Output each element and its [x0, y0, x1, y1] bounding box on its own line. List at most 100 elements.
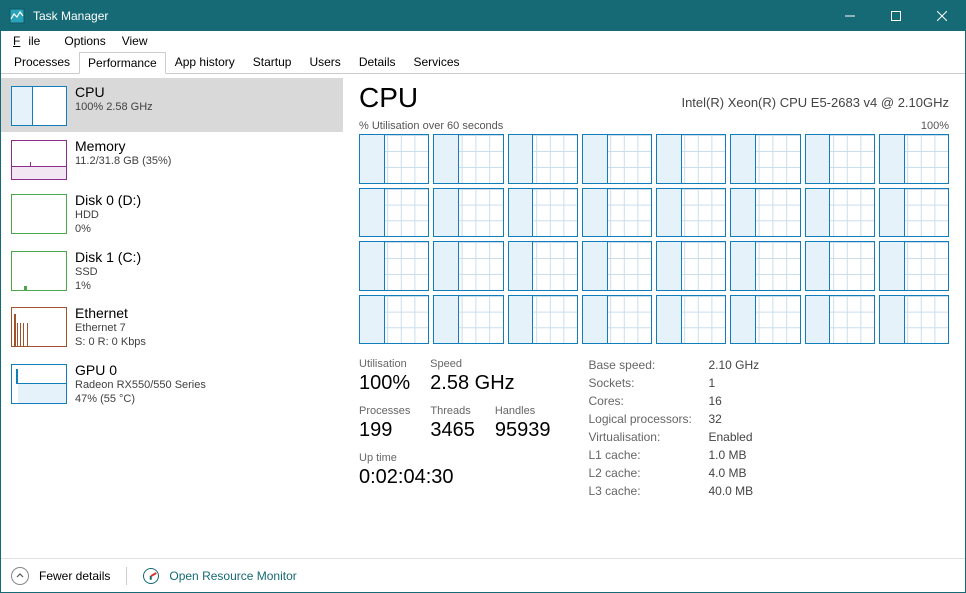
gpu-thumb-icon [11, 364, 67, 404]
main-area: CPU 100% 2.58 GHz Memory 11.2/31.8 GB (3… [1, 74, 965, 558]
core-graph [582, 295, 652, 345]
resource-monitor-icon[interactable] [143, 568, 159, 584]
memory-thumb-icon [11, 140, 67, 180]
core-graph [656, 241, 726, 291]
tab-details[interactable]: Details [350, 51, 405, 73]
sidebar-item-sub: HDD 0% [75, 208, 141, 237]
core-grid[interactable] [359, 134, 949, 344]
sidebar-item-ethernet[interactable]: Ethernet Ethernet 7 S: 0 R: 0 Kbps [1, 299, 343, 356]
cpu-name: Intel(R) Xeon(R) CPU E5-2683 v4 @ 2.10GH… [681, 95, 949, 110]
stat-label: Processes [359, 405, 410, 417]
sidebar-item-gpu0[interactable]: GPU 0 Radeon RX550/550 Series 47% (55 °C… [1, 356, 343, 413]
tab-startup[interactable]: Startup [244, 51, 301, 73]
core-graph [508, 241, 578, 291]
minimize-button[interactable] [827, 1, 873, 31]
tab-strip: Processes Performance App history Startu… [1, 51, 965, 74]
sidebar-item-label: Memory [75, 138, 171, 154]
graph-label: % Utilisation over 60 seconds [359, 120, 503, 132]
utilisation-value: 100% [359, 372, 410, 395]
core-graph [433, 134, 503, 184]
sockets: 1 [708, 376, 759, 391]
core-graph [879, 134, 949, 184]
maximize-button[interactable] [873, 1, 919, 31]
graph-max: 100% [921, 120, 949, 132]
speed-value: 2.58 GHz [430, 372, 514, 395]
core-graph [656, 134, 726, 184]
core-graph [582, 241, 652, 291]
core-graph [582, 188, 652, 238]
core-graph [805, 134, 875, 184]
core-graph [805, 295, 875, 345]
core-graph [508, 188, 578, 238]
stat-label: Up time [359, 452, 550, 464]
sidebar-item-sub: Ethernet 7 S: 0 R: 0 Kbps [75, 321, 146, 350]
ethernet-thumb-icon [11, 307, 67, 347]
core-graph [805, 241, 875, 291]
sidebar-item-disk1[interactable]: Disk 1 (C:) SSD 1% [1, 243, 343, 300]
logical-processors: 32 [708, 412, 759, 427]
sidebar-item-label: Ethernet [75, 305, 146, 321]
core-graph [359, 188, 429, 238]
sidebar-item-label: GPU 0 [75, 362, 206, 378]
core-graph [656, 188, 726, 238]
detail-heading: CPU [359, 82, 418, 114]
sidebar-item-label: Disk 0 (D:) [75, 192, 141, 208]
core-graph [730, 188, 800, 238]
tab-processes[interactable]: Processes [5, 51, 79, 73]
handles-value: 95939 [495, 419, 551, 442]
sidebar-item-sub: 100% 2.58 GHz [75, 100, 153, 114]
core-graph [879, 188, 949, 238]
close-button[interactable] [919, 1, 965, 31]
core-graph [433, 241, 503, 291]
menubar: File Options View [1, 31, 965, 51]
core-graph [359, 295, 429, 345]
l3-cache: 40.0 MB [708, 484, 759, 499]
sidebar-item-label: CPU [75, 84, 153, 100]
open-resource-monitor-link[interactable]: Open Resource Monitor [169, 569, 296, 583]
cpu-thumb-icon [11, 86, 67, 126]
core-graph [805, 188, 875, 238]
core-graph [359, 241, 429, 291]
sidebar-item-cpu[interactable]: CPU 100% 2.58 GHz [1, 78, 343, 132]
menu-view[interactable]: View [114, 32, 156, 50]
menu-file[interactable]: File [5, 32, 56, 50]
tab-app-history[interactable]: App history [166, 51, 244, 73]
virtualisation: Enabled [708, 430, 759, 445]
core-graph [879, 241, 949, 291]
uptime-value: 0:02:04:30 [359, 466, 550, 489]
sidebar-item-memory[interactable]: Memory 11.2/31.8 GB (35%) [1, 132, 343, 186]
threads-value: 3465 [430, 419, 475, 442]
core-graph [508, 295, 578, 345]
tab-performance[interactable]: Performance [79, 52, 166, 74]
app-icon [9, 8, 25, 24]
stat-label: Threads [430, 405, 475, 417]
sidebar-item-sub: SSD 1% [75, 265, 141, 294]
processes-value: 199 [359, 419, 410, 442]
sidebar-item-sub: 11.2/31.8 GB (35%) [75, 154, 171, 168]
core-graph [879, 295, 949, 345]
cores: 16 [708, 394, 759, 409]
sidebar: CPU 100% 2.58 GHz Memory 11.2/31.8 GB (3… [1, 74, 343, 558]
sidebar-item-disk0[interactable]: Disk 0 (D:) HDD 0% [1, 186, 343, 243]
core-graph [433, 295, 503, 345]
chevron-up-icon[interactable] [11, 567, 29, 585]
core-graph [730, 241, 800, 291]
tab-users[interactable]: Users [300, 51, 349, 73]
l2-cache: 4.0 MB [708, 466, 759, 481]
disk-thumb-icon [11, 194, 67, 234]
fewer-details-link[interactable]: Fewer details [39, 569, 110, 583]
tab-services[interactable]: Services [405, 51, 469, 73]
core-graph [508, 134, 578, 184]
footer: Fewer details Open Resource Monitor [1, 558, 965, 592]
titlebar: Task Manager [1, 1, 965, 31]
core-graph [359, 134, 429, 184]
disk-thumb-icon [11, 251, 67, 291]
stat-label: Handles [495, 405, 551, 417]
separator [126, 567, 127, 585]
base-speed: 2.10 GHz [708, 358, 759, 373]
sidebar-item-sub: Radeon RX550/550 Series 47% (55 °C) [75, 378, 206, 407]
cpu-properties: Base speed:2.10 GHz Sockets:1 Cores:16 L… [588, 358, 759, 499]
menu-options[interactable]: Options [56, 32, 113, 50]
core-graph [730, 295, 800, 345]
core-graph [582, 134, 652, 184]
